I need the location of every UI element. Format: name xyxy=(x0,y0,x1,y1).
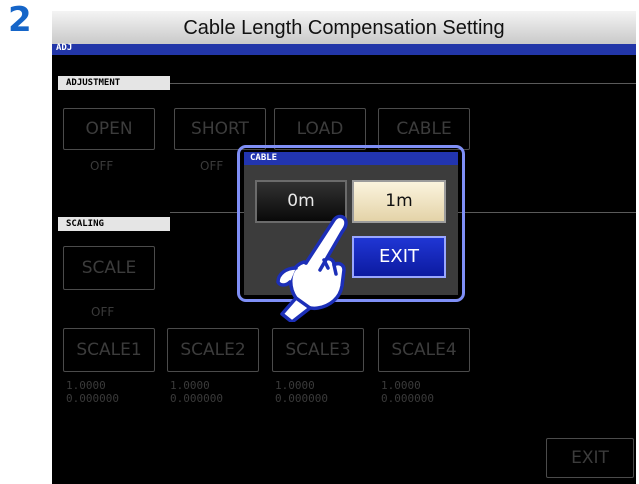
exit-button[interactable]: EXIT xyxy=(546,438,634,478)
scale2-offset: 0.000000 xyxy=(170,392,223,405)
dialog-title: CABLE xyxy=(244,152,458,165)
load-button[interactable]: LOAD xyxy=(274,108,366,150)
scale4-button[interactable]: SCALE4 xyxy=(378,328,470,372)
scale1-offset: 0.000000 xyxy=(66,392,119,405)
scale2-coefficient: 1.0000 xyxy=(170,379,210,392)
cable-button[interactable]: CABLE xyxy=(378,108,470,150)
section-divider xyxy=(170,83,636,84)
short-button[interactable]: SHORT xyxy=(174,108,266,150)
scale1-values: 1.0000 0.000000 xyxy=(66,379,119,405)
scale4-coefficient: 1.0000 xyxy=(381,379,421,392)
scale-button[interactable]: SCALE xyxy=(63,246,155,290)
open-status: OFF xyxy=(90,159,114,173)
scale3-values: 1.0000 0.000000 xyxy=(275,379,328,405)
adjustment-section-label: ADJUSTMENT xyxy=(58,76,170,90)
scale1-coefficient: 1.0000 xyxy=(66,379,106,392)
scale4-offset: 0.000000 xyxy=(381,392,434,405)
page-title: Cable Length Compensation Setting xyxy=(183,17,505,39)
scale3-coefficient: 1.0000 xyxy=(275,379,315,392)
scale3-offset: 0.000000 xyxy=(275,392,328,405)
short-status: OFF xyxy=(200,159,224,173)
scale1-button[interactable]: SCALE1 xyxy=(63,328,155,372)
scaling-section-label: SCALING xyxy=(58,217,170,231)
step-number: 2 xyxy=(8,0,32,40)
scale2-values: 1.0000 0.000000 xyxy=(170,379,223,405)
scale3-button[interactable]: SCALE3 xyxy=(272,328,364,372)
scale2-button[interactable]: SCALE2 xyxy=(167,328,259,372)
title-bar: Cable Length Compensation Setting xyxy=(52,11,636,44)
scale-status: OFF xyxy=(91,305,115,319)
scale4-values: 1.0000 0.000000 xyxy=(381,379,434,405)
screen-header: ADJ xyxy=(52,43,636,55)
open-button[interactable]: OPEN xyxy=(63,108,155,150)
screen-label: ADJ xyxy=(56,43,73,53)
pointing-hand-icon xyxy=(276,214,348,322)
